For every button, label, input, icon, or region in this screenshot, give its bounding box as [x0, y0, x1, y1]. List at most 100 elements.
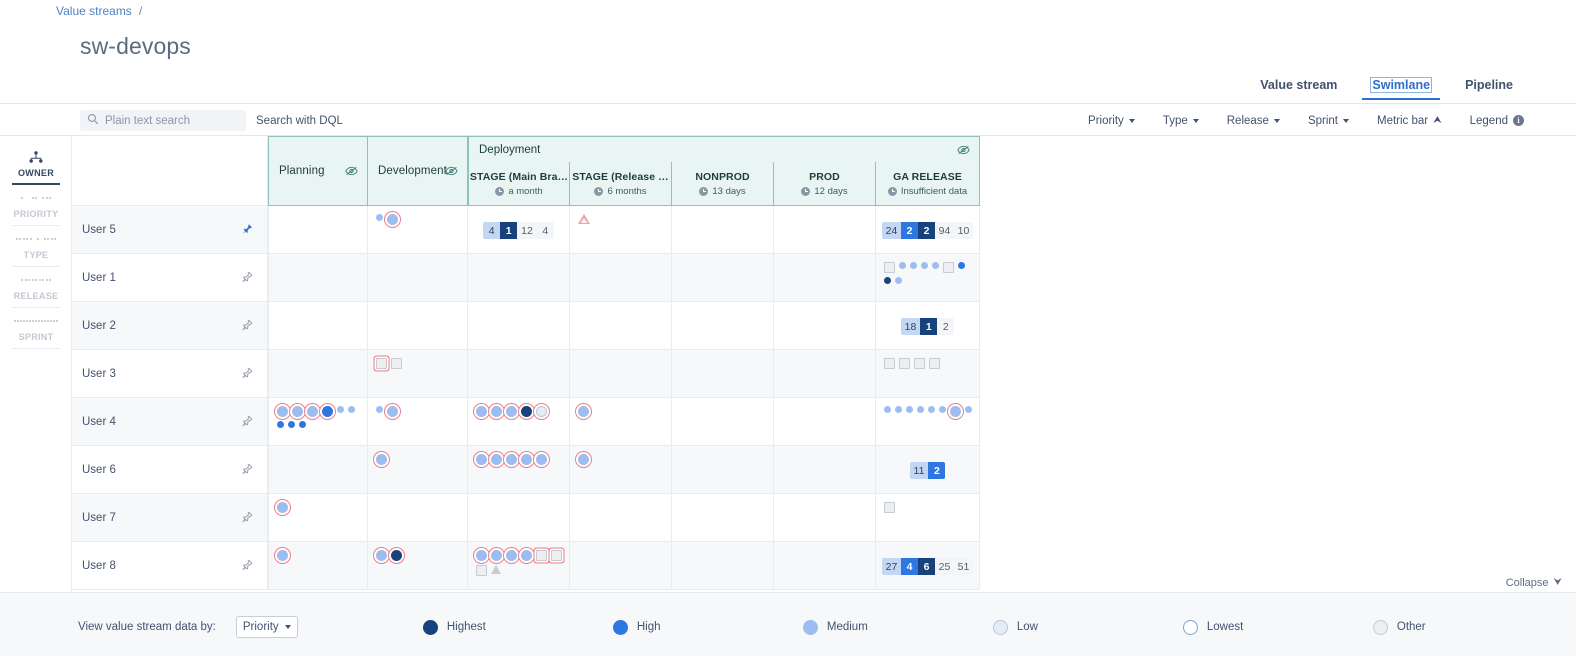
work-item-blocked-circle[interactable] — [491, 454, 502, 465]
filter-release[interactable]: Release — [1213, 115, 1294, 127]
grid-cell-ga_release[interactable] — [876, 254, 980, 302]
grid-cell-stage_main[interactable] — [468, 302, 570, 350]
pin-icon[interactable] — [241, 462, 253, 477]
work-item-circle[interactable] — [884, 406, 891, 413]
grid-cell-stage_release[interactable] — [570, 254, 672, 302]
grid-cell-stage_release[interactable] — [570, 542, 672, 590]
work-item-blocked-circle[interactable] — [476, 406, 487, 417]
grid-cell-stage_main[interactable] — [468, 542, 570, 590]
grid-cell-planning[interactable] — [268, 206, 368, 254]
grid-cell-ga_release[interactable]: 24 2 2 94 10 — [876, 206, 980, 254]
work-item-sq[interactable] — [884, 502, 895, 513]
grid-cell-development[interactable] — [368, 398, 468, 446]
pin-icon[interactable] — [241, 366, 253, 381]
work-item-blocked-circle[interactable] — [387, 214, 398, 225]
work-item-blocked-circle[interactable] — [491, 550, 502, 561]
grid-cell-prod[interactable] — [774, 398, 876, 446]
column-header-stage-release[interactable]: STAGE (Release … 6 months — [570, 162, 672, 206]
grid-cell-stage_main[interactable] — [468, 494, 570, 542]
grid-cell-ga_release[interactable] — [876, 350, 980, 398]
grid-cell-prod[interactable] — [774, 446, 876, 494]
column-header-nonprod[interactable]: NONPROD 13 days — [672, 162, 774, 206]
grid-cell-ga_release[interactable] — [876, 398, 980, 446]
view-by-select[interactable]: Priority — [235, 616, 298, 638]
grid-cell-planning[interactable] — [268, 494, 368, 542]
grid-cell-nonprod[interactable] — [672, 398, 774, 446]
work-item-circle[interactable] — [917, 406, 924, 413]
work-item-blocked-circle[interactable] — [950, 406, 961, 417]
pin-icon[interactable] — [241, 414, 253, 429]
work-item-blocked-circle[interactable] — [292, 406, 303, 417]
grid-cell-ga_release[interactable]: 11 2 — [876, 446, 980, 494]
grid-cell-planning[interactable] — [268, 542, 368, 590]
eye-off-icon[interactable] — [345, 166, 358, 176]
metric-bar[interactable]: 27 4 6 25 51 — [882, 558, 973, 575]
grid-cell-nonprod[interactable] — [672, 542, 774, 590]
owner-cell[interactable]: User 2 — [72, 302, 268, 350]
sidebar-item-sprint[interactable]: SPRINT — [0, 308, 72, 349]
work-item-blocked-circle[interactable] — [391, 550, 402, 561]
sidebar-item-release[interactable]: RELEASE — [0, 267, 72, 308]
sidebar-item-priority[interactable]: PRIORITY — [0, 185, 72, 226]
grid-cell-stage_release[interactable] — [570, 446, 672, 494]
owner-cell[interactable]: User 1 — [72, 254, 268, 302]
filter-sprint[interactable]: Sprint — [1294, 115, 1363, 127]
owner-cell[interactable]: User 3 — [72, 350, 268, 398]
work-item-blocked-circle[interactable] — [506, 550, 517, 561]
grid-cell-development[interactable] — [368, 542, 468, 590]
metric-bar[interactable]: 18 1 2 — [900, 318, 955, 335]
collapse-button[interactable]: Collapse ⮟ — [1506, 577, 1562, 589]
owner-cell[interactable]: User 5 — [72, 206, 268, 254]
work-item-blocked-circle[interactable] — [376, 550, 387, 561]
work-item-blocked-sq[interactable] — [536, 550, 547, 561]
work-item-circle[interactable] — [965, 406, 972, 413]
legend-button[interactable]: Legend i — [1456, 115, 1538, 127]
grid-cell-stage_main[interactable]: 4 1 12 4 — [468, 206, 570, 254]
grid-cell-stage_release[interactable] — [570, 350, 672, 398]
work-item-blocked-circle[interactable] — [476, 454, 487, 465]
search-input[interactable]: Plain text search — [80, 110, 246, 131]
grid-cell-prod[interactable] — [774, 494, 876, 542]
work-item-sq[interactable] — [899, 358, 910, 369]
grid-cell-nonprod[interactable] — [672, 494, 774, 542]
work-item-blocked-circle[interactable] — [277, 406, 288, 417]
work-item-sq[interactable] — [914, 358, 925, 369]
work-item-circle[interactable] — [899, 262, 906, 269]
metric-bar[interactable]: 4 1 12 4 — [483, 222, 554, 239]
grid-cell-planning[interactable] — [268, 446, 368, 494]
column-header-development[interactable]: Development — [368, 136, 468, 206]
work-item-blocked-circle[interactable] — [521, 406, 532, 417]
sidebar-item-type[interactable]: TYPE — [0, 226, 72, 267]
work-item-circle[interactable] — [376, 214, 383, 221]
work-item-circle[interactable] — [958, 262, 965, 269]
work-item-blocked-circle[interactable] — [506, 454, 517, 465]
search-with-dql-link[interactable]: Search with DQL — [256, 115, 343, 127]
grid-cell-planning[interactable] — [268, 254, 368, 302]
work-item-blocked-circle[interactable] — [536, 454, 547, 465]
work-item-blocked-sq[interactable] — [551, 550, 562, 561]
grid-cell-development[interactable] — [368, 302, 468, 350]
grid-cell-planning[interactable] — [268, 350, 368, 398]
pin-icon[interactable] — [241, 223, 253, 237]
column-header-ga-release[interactable]: GA RELEASE Insufficient data — [876, 162, 980, 206]
work-item-blocked-circle[interactable] — [376, 454, 387, 465]
grid-cell-stage_main[interactable] — [468, 350, 570, 398]
grid-cell-stage_release[interactable] — [570, 494, 672, 542]
work-item-circle[interactable] — [939, 406, 946, 413]
work-item-blocked-circle[interactable] — [536, 406, 547, 417]
grid-cell-development[interactable] — [368, 254, 468, 302]
legend-item-lowest[interactable]: Lowest — [1182, 619, 1373, 635]
grid-cell-development[interactable] — [368, 446, 468, 494]
tab-value-stream[interactable]: Value stream — [1243, 78, 1354, 100]
column-header-planning[interactable]: Planning — [268, 136, 368, 206]
legend-item-other[interactable]: Other — [1372, 619, 1563, 635]
work-item-blocked-circle[interactable] — [521, 550, 532, 561]
work-item-blocked-circle[interactable] — [322, 406, 333, 417]
grid-cell-stage_main[interactable] — [468, 254, 570, 302]
work-item-triangle[interactable] — [491, 565, 501, 574]
column-header-stage-main[interactable]: STAGE (Main Bra… a month — [468, 162, 570, 206]
grid-cell-development[interactable] — [368, 350, 468, 398]
work-item-circle[interactable] — [906, 406, 913, 413]
work-item-sq[interactable] — [884, 262, 895, 273]
owner-cell[interactable]: User 7 — [72, 494, 268, 542]
